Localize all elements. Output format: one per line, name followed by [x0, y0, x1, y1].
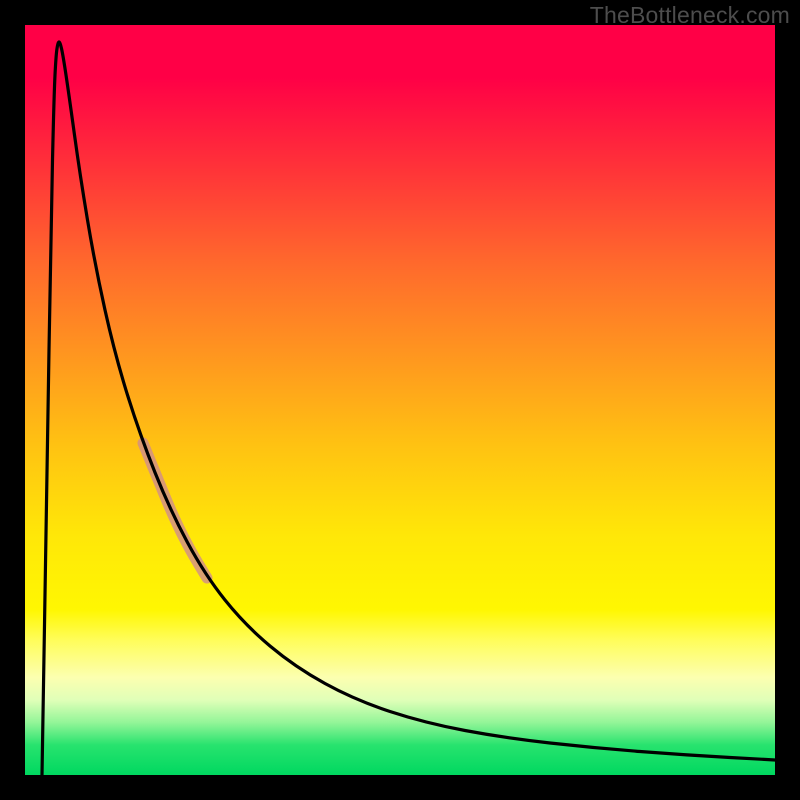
watermark-text: TheBottleneck.com	[590, 2, 790, 29]
curve-overlay	[25, 25, 775, 775]
chart-container: TheBottleneck.com	[0, 0, 800, 800]
main-curve	[42, 42, 775, 775]
plot-area	[25, 25, 775, 775]
